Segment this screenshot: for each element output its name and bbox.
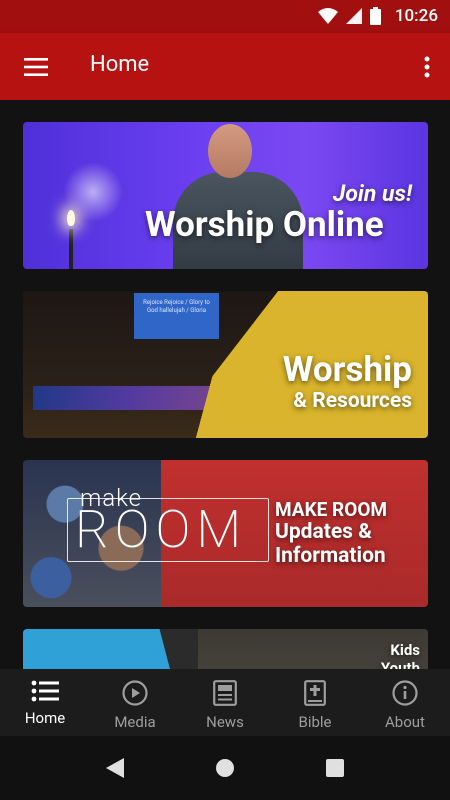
blue-accent (23, 629, 198, 669)
back-triangle-icon (106, 758, 124, 778)
nav-home[interactable]: Home (0, 669, 90, 736)
banner-line-1: Kids (390, 641, 420, 659)
system-navigation-bar (0, 736, 450, 800)
nav-label: About (385, 713, 425, 731)
more-vert-icon (424, 56, 430, 78)
battery-icon (369, 7, 381, 25)
pastor-head (208, 124, 252, 178)
recents-square-icon (326, 759, 344, 777)
home-circle-icon (216, 759, 234, 777)
candle-flame (67, 210, 75, 226)
nav-label: News (206, 713, 244, 731)
nav-media[interactable]: Media (90, 669, 180, 736)
bottom-navigation: Home Media News Bible About (0, 669, 450, 736)
info-icon (392, 680, 418, 706)
banner-line-2: Updates & (275, 520, 372, 544)
nav-about[interactable]: About (360, 669, 450, 736)
app-bar: Home (0, 33, 450, 100)
bible-icon (304, 680, 326, 706)
nav-label: Home (24, 709, 66, 727)
banner-line-2: Youth (380, 659, 420, 669)
banner-line-3: Information (275, 544, 386, 568)
back-button[interactable] (95, 748, 135, 788)
play-circle-icon (122, 680, 148, 706)
menu-button[interactable] (16, 47, 56, 87)
newspaper-icon (213, 680, 237, 706)
overflow-menu-button[interactable] (414, 47, 440, 87)
make-room-banner[interactable]: make ROOM MAKE ROOM Updates & Informatio… (23, 460, 428, 607)
kids-youth-banner[interactable]: Kids Youth (23, 629, 428, 669)
nav-label: Media (114, 713, 156, 731)
banner-line-1: MAKE ROOM (275, 498, 388, 521)
banner-headline: Worship (282, 349, 412, 390)
status-icons: 10:26 (317, 4, 438, 28)
nav-bible[interactable]: Bible (270, 669, 360, 736)
status-bar: 10:26 (0, 0, 450, 33)
make-room-logo-main: ROOM (75, 499, 248, 560)
page-title: Home (90, 52, 150, 77)
banner-headline: Worship Online (145, 204, 384, 245)
hamburger-icon (24, 58, 48, 76)
worship-online-banner[interactable]: Join us! Worship Online (23, 122, 428, 269)
wifi-icon (317, 8, 338, 24)
worship-resources-banner[interactable]: Rejoice Rejoice / Glory to God halleluja… (23, 291, 428, 438)
home-system-button[interactable] (205, 748, 245, 788)
banner-tagline: Join us! (332, 180, 412, 207)
candle (69, 229, 73, 269)
banner-subline: & Resources (293, 389, 412, 413)
recents-button[interactable] (315, 748, 355, 788)
signal-icon (345, 8, 362, 24)
status-time: 10:26 (394, 6, 438, 26)
lyrics-screen: Rejoice Rejoice / Glory to God halleluja… (134, 293, 219, 339)
list-icon (31, 680, 59, 702)
nav-label: Bible (298, 713, 332, 731)
nav-news[interactable]: News (180, 669, 270, 736)
home-feed[interactable]: Join us! Worship Online Rejoice Rejoice … (0, 100, 450, 669)
